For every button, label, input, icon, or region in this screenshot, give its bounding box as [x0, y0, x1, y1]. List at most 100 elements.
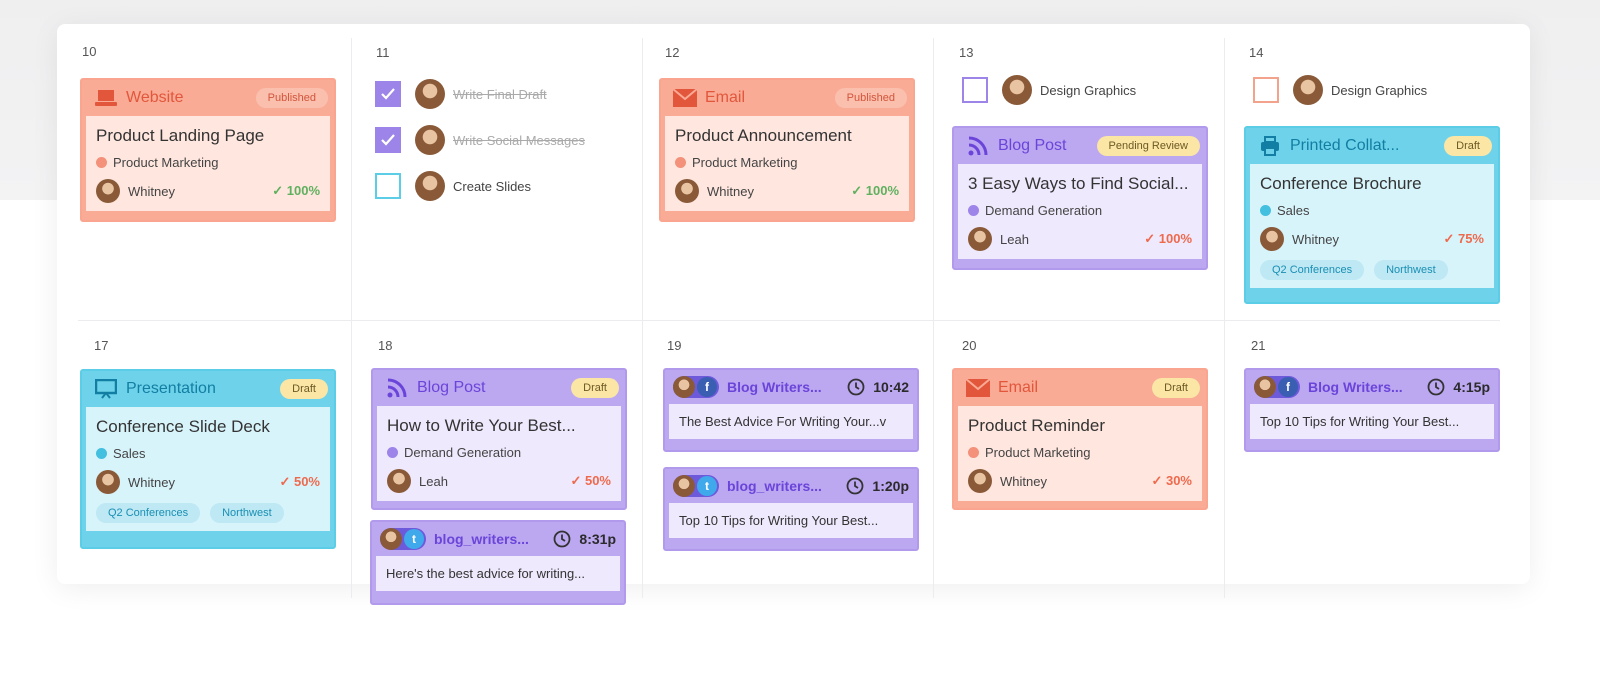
avatar	[96, 470, 120, 494]
assignee-name: Whitney	[707, 183, 754, 199]
day-number: 14	[1249, 45, 1264, 60]
task-item[interactable]: Write Final Draft	[375, 79, 547, 109]
checkbox-unchecked[interactable]	[1253, 77, 1279, 103]
social-post-card[interactable]: t blog_writers... 8:31p Here's the best …	[370, 520, 626, 605]
card-type: Presentation	[126, 380, 216, 397]
clock-icon	[1428, 378, 1445, 396]
avatar	[387, 469, 411, 493]
progress-value: ✓ 100%	[851, 183, 899, 198]
assignee-name: Whitney	[1292, 231, 1339, 247]
task-item[interactable]: Design Graphics	[962, 75, 1136, 105]
clock-icon	[847, 378, 865, 396]
post-preview: Top 10 Tips for Writing Your Best...	[669, 503, 913, 538]
task-label: Write Social Messages	[453, 132, 585, 148]
task-item[interactable]: Create Slides	[375, 171, 531, 201]
avatar	[380, 528, 402, 550]
facebook-icon: f	[1278, 377, 1298, 397]
card-title: Conference Brochure	[1260, 174, 1422, 193]
assignee-name: Whitney	[128, 183, 175, 199]
avatar	[1002, 75, 1032, 105]
content-card[interactable]: Printed Collat... Draft Conference Broch…	[1244, 126, 1500, 304]
social-account-pill: t	[673, 475, 719, 497]
task-label: Create Slides	[453, 178, 532, 194]
content-card[interactable]: Presentation Draft Conference Slide Deck…	[80, 369, 336, 549]
content-card[interactable]: Email Published Product Announcement Pro…	[659, 78, 915, 222]
post-time: 8:31p	[579, 531, 616, 547]
day-number: 18	[378, 338, 393, 353]
tag[interactable]: Northwest	[1374, 260, 1448, 280]
social-account-pill: f	[673, 376, 719, 398]
social-post-card[interactable]: f Blog Writers... 10:42 The Best Advice …	[663, 368, 919, 452]
clock-icon	[847, 477, 864, 495]
tag[interactable]: Northwest	[210, 503, 284, 523]
avatar	[675, 179, 699, 203]
progress-value: ✓ 100%	[272, 183, 320, 198]
status-badge: Draft	[1152, 378, 1200, 398]
category-label: Product Marketing	[113, 155, 219, 170]
checkbox-unchecked[interactable]	[375, 173, 401, 199]
content-card[interactable]: Email Draft Product Reminder Product Mar…	[952, 368, 1208, 510]
card-title: Product Reminder	[968, 416, 1106, 435]
avatar	[96, 179, 120, 203]
progress-value: ✓ 50%	[570, 473, 611, 488]
card-title: 3 Easy Ways to Find Social...	[968, 174, 1189, 193]
post-preview: Top 10 Tips for Writing Your Best...	[1250, 404, 1494, 439]
twitter-icon: t	[697, 476, 717, 496]
checkbox-unchecked[interactable]	[962, 77, 988, 103]
avatar	[1293, 75, 1323, 105]
day-number: 17	[94, 338, 109, 353]
progress-percent: 100%	[286, 183, 320, 198]
progress-percent: 50%	[293, 474, 320, 489]
tag[interactable]: Q2 Conferences	[96, 503, 201, 523]
progress-percent: 100%	[1158, 231, 1192, 246]
category-dot	[968, 205, 979, 216]
card-type: Printed Collat...	[1290, 137, 1400, 154]
content-card[interactable]: Blog Post Pending Review 3 Easy Ways to …	[952, 126, 1208, 270]
printer-icon	[1258, 135, 1282, 157]
category-dot	[1260, 205, 1271, 216]
progress-value: ✓ 30%	[1151, 473, 1192, 488]
assignee-name: Whitney	[128, 474, 175, 490]
task-item[interactable]: Write Social Messages	[375, 125, 585, 155]
avatar	[673, 475, 695, 497]
category-dot	[96, 448, 107, 459]
assignee-name: Leah	[419, 473, 448, 489]
status-badge: Pending Review	[1096, 136, 1200, 156]
day-number: 19	[667, 338, 682, 353]
card-type: Email	[998, 379, 1039, 396]
rss-icon	[385, 377, 409, 399]
card-title: Product Announcement	[675, 126, 852, 145]
category-label: Product Marketing	[692, 155, 798, 170]
social-handle: Blog Writers...	[1308, 379, 1403, 395]
avatar	[968, 469, 992, 493]
tag[interactable]: Q2 Conferences	[1260, 260, 1365, 280]
day-number: 12	[665, 45, 680, 60]
category-dot	[387, 447, 398, 458]
social-post-card[interactable]: t blog_writers... 1:20p Top 10 Tips for …	[663, 467, 919, 551]
status-badge: Draft	[571, 378, 619, 398]
card-type: Email	[705, 89, 746, 106]
card-title: How to Write Your Best...	[387, 416, 576, 435]
card-title: Conference Slide Deck	[96, 417, 270, 436]
column-divider	[933, 38, 934, 598]
avatar	[1260, 227, 1284, 251]
content-card[interactable]: Blog Post Draft How to Write Your Best..…	[371, 368, 627, 510]
social-post-card[interactable]: f Blog Writers... 4:15p Top 10 Tips for …	[1244, 368, 1500, 452]
avatar	[968, 227, 992, 251]
checkbox-checked[interactable]	[375, 81, 401, 107]
avatar	[415, 125, 445, 155]
checkbox-checked[interactable]	[375, 127, 401, 153]
column-divider	[351, 38, 352, 598]
task-label: Design Graphics	[1040, 82, 1137, 98]
task-item[interactable]: Design Graphics	[1253, 75, 1427, 105]
status-badge: Published	[255, 88, 328, 108]
assignee-name: Whitney	[1000, 473, 1047, 489]
category-label: Sales	[113, 446, 146, 461]
category-label: Sales	[1277, 203, 1310, 218]
content-card[interactable]: Website Published Product Landing Page P…	[80, 78, 336, 222]
day-number: 11	[376, 45, 390, 60]
presentation-icon	[94, 378, 118, 400]
progress-value: ✓ 100%	[1144, 231, 1192, 246]
clock-icon	[554, 530, 571, 548]
task-label: Design Graphics	[1331, 82, 1428, 98]
